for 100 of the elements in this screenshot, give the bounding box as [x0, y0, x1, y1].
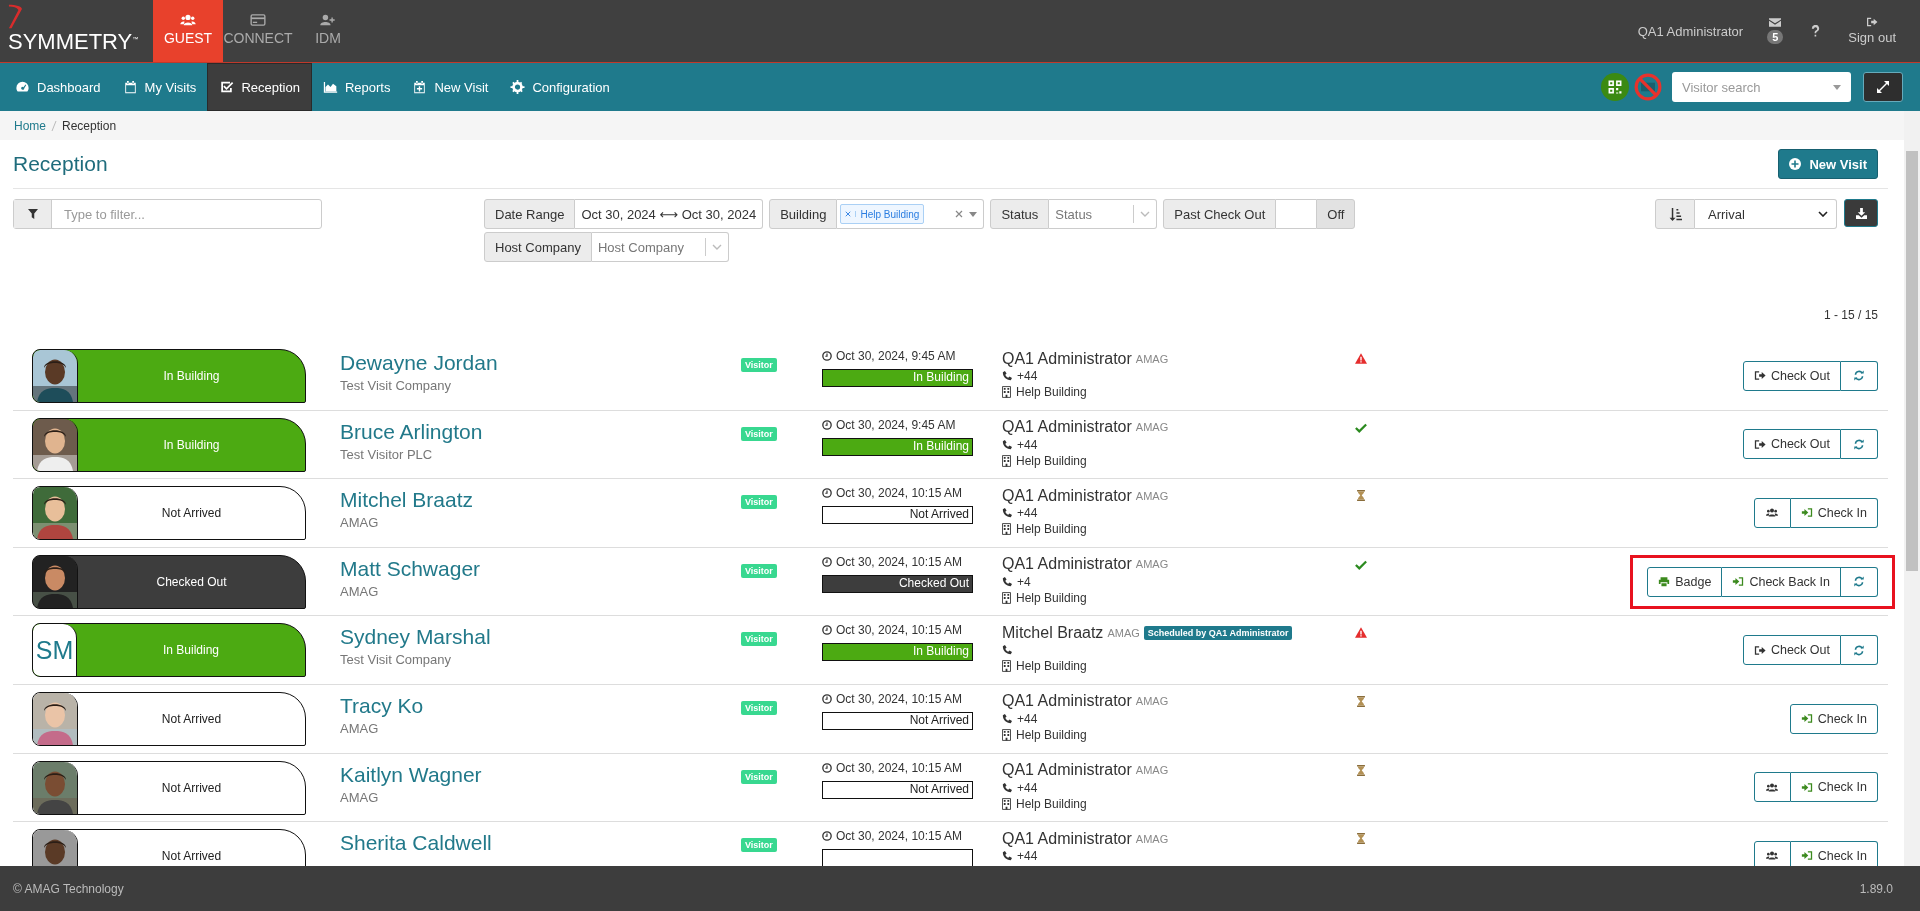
icon-button[interactable]: [1841, 360, 1878, 391]
host-name[interactable]: QA1 Administrator: [1002, 486, 1132, 505]
host-company: AMAG: [1135, 558, 1169, 571]
icon-button[interactable]: [1841, 429, 1878, 460]
visitor-name[interactable]: Sherita Caldwell: [340, 831, 492, 856]
action-button[interactable]: Check Out: [1742, 360, 1841, 391]
sign-out-button[interactable]: Sign out: [1838, 0, 1906, 62]
messages-button[interactable]: 5: [1757, 0, 1794, 62]
action-button[interactable]: Check Out: [1742, 429, 1841, 460]
clear-icon[interactable]: [955, 210, 964, 218]
expand-icon: [1877, 81, 1889, 93]
toggle-state: Off: [1316, 199, 1356, 229]
visitor-search-field[interactable]: Visitor search: [1672, 72, 1851, 102]
breadcrumb-link[interactable]: Home: [14, 118, 46, 133]
host-name[interactable]: Mitchel Braatz: [1002, 623, 1104, 642]
action-button[interactable]: Check In: [1790, 840, 1878, 866]
calendar-plus-icon: [412, 80, 428, 94]
host-name[interactable]: QA1 Administrator: [1002, 829, 1132, 848]
phone-icon: [1002, 439, 1012, 450]
module-tab[interactable]: IDM: [293, 0, 363, 62]
breadcrumb-current: Reception: [62, 118, 117, 133]
status-card[interactable]: Checked Out: [32, 554, 306, 609]
printer-icon: [1658, 576, 1671, 588]
nav-item[interactable]: Configuration: [499, 63, 621, 111]
nav-item[interactable]: Reports: [311, 63, 402, 111]
building-select[interactable]: Help Building: [837, 199, 985, 229]
new-visit-button[interactable]: New Visit: [1778, 149, 1878, 179]
building-name: Help Building: [1016, 453, 1087, 468]
date-range-field[interactable]: Oct 30, 2024 ⟷ Oct 30, 2024: [575, 199, 764, 229]
visitor-name[interactable]: Matt Schwager: [340, 556, 481, 581]
building-icon: [1002, 660, 1011, 673]
icon-button[interactable]: [1753, 498, 1791, 528]
host-name[interactable]: QA1 Administrator: [1002, 692, 1132, 711]
nav-item[interactable]: Reception: [207, 63, 312, 111]
status-card[interactable]: Not Arrived: [32, 486, 306, 541]
logo-swoosh-icon: [6, 3, 24, 29]
sign-in-icon: [1800, 507, 1813, 519]
action-button[interactable]: Check Out: [1742, 635, 1841, 666]
action-button[interactable]: Check In: [1790, 772, 1878, 803]
action-button[interactable]: Check In: [1789, 703, 1878, 734]
status-card[interactable]: In Building: [32, 417, 306, 472]
visitor-name[interactable]: Kaitlyn Wagner: [340, 762, 482, 787]
visitor-name[interactable]: Tracy Ko: [340, 693, 424, 718]
clock-icon: [822, 488, 832, 499]
status-card[interactable]: Not Arrived: [32, 760, 306, 815]
nav-item[interactable]: My Visits: [111, 63, 208, 111]
status-select[interactable]: Status: [1049, 199, 1158, 229]
checkmark-icon: [1355, 558, 1367, 570]
filter-field[interactable]: Type to filter...: [13, 199, 322, 229]
sign-out-icon: [1866, 17, 1879, 27]
chevron-down-icon: [1140, 211, 1151, 217]
visitor-name[interactable]: Mitchel Braatz: [340, 488, 474, 513]
sort-select[interactable]: Arrival: [1695, 199, 1837, 229]
nav-item[interactable]: New Visit: [401, 63, 500, 111]
sign-out-icon: [1753, 438, 1766, 450]
download-button[interactable]: [1844, 199, 1878, 227]
refresh-icon: [1853, 644, 1865, 656]
building-icon: [1002, 386, 1011, 398]
scrollbar[interactable]: [1904, 111, 1920, 866]
qr-code-icon[interactable]: [1601, 73, 1629, 101]
host-phone: +44: [1017, 369, 1038, 383]
status-bar: Checked Out: [822, 574, 973, 593]
clock-icon: [822, 556, 832, 567]
help-icon[interactable]: [1811, 24, 1821, 38]
toggle-switch[interactable]: [1276, 199, 1317, 229]
status-card[interactable]: SM In Building: [32, 623, 306, 678]
module-tab[interactable]: CONNECT: [223, 0, 293, 62]
filter-label: Building: [769, 199, 838, 229]
icon-button[interactable]: [1841, 566, 1878, 597]
icon-button[interactable]: [1753, 840, 1791, 866]
visitor-name[interactable]: Dewayne Jordan: [340, 351, 498, 375]
hourglass-icon: [1355, 490, 1367, 502]
copyright-text: © AMAG Technology: [13, 881, 124, 896]
icon-button[interactable]: [1753, 772, 1791, 803]
action-button[interactable]: Check Back In: [1722, 566, 1841, 597]
status-card[interactable]: In Building: [32, 349, 306, 403]
visitor-company: AMAG: [340, 720, 379, 736]
nav-item[interactable]: Dashboard: [4, 63, 112, 111]
action-button[interactable]: Check In: [1790, 498, 1878, 528]
host-name[interactable]: QA1 Administrator: [1002, 761, 1132, 780]
module-tab[interactable]: GUEST: [153, 0, 223, 62]
refresh-icon: [1853, 438, 1865, 450]
visitor-company: AMAG: [340, 515, 379, 531]
expand-button[interactable]: [1863, 72, 1903, 102]
visitor-name[interactable]: Sydney Marshal: [340, 625, 491, 650]
host-name[interactable]: QA1 Administrator: [1002, 418, 1132, 437]
host-name[interactable]: QA1 Administrator: [1002, 555, 1132, 574]
card-icon: [250, 14, 266, 26]
status-card[interactable]: Not Arrived: [32, 829, 306, 866]
visitor-type-tag: Visitor: [741, 700, 777, 715]
phone-icon: [1002, 851, 1012, 862]
host-company: AMAG: [1135, 832, 1169, 845]
visitor-name[interactable]: Bruce Arlington: [340, 419, 483, 444]
host-name[interactable]: QA1 Administrator: [1002, 349, 1132, 368]
icon-button[interactable]: [1841, 635, 1878, 666]
host-company-select[interactable]: Host Company: [592, 232, 729, 262]
action-button[interactable]: Badge: [1647, 566, 1723, 597]
status-card[interactable]: Not Arrived: [32, 691, 306, 746]
building-tag[interactable]: Help Building: [840, 204, 925, 224]
hourglass-icon: [1355, 764, 1367, 776]
